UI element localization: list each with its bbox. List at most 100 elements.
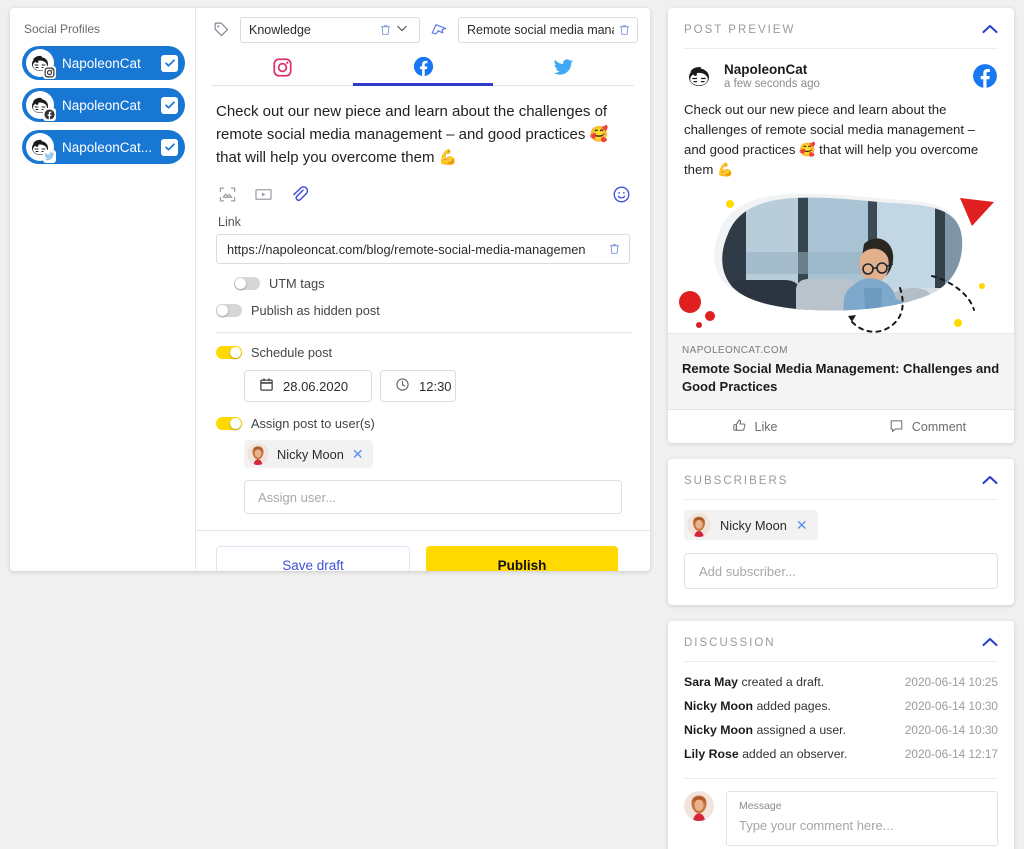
discussion-actor: Sara May [684,675,739,689]
tab-twitter[interactable] [493,50,635,86]
app-root: Social Profiles NapoleonCat NapoleonCat … [0,0,1024,849]
schedule-post-label: Schedule post [251,345,333,360]
subscriber-name: Nicky Moon [720,517,787,533]
discussion-actor: Nicky Moon [684,723,754,737]
preview-timestamp: a few seconds ago [724,78,820,90]
profile-name: NapoleonCat [62,97,141,113]
subscribers-card: SUBSCRIBERS Nicky Moon ✕ Add subscriber.… [668,459,1014,605]
image-icon[interactable] [218,185,238,205]
discussion-action: added an observer. [742,747,848,761]
subscribers-header: SUBSCRIBERS [668,459,1014,499]
tab-facebook[interactable] [352,50,494,86]
profile-item-instagram[interactable]: NapoleonCat [22,46,185,80]
subscriber-chip: Nicky Moon ✕ [684,510,818,540]
remove-subscriber-button[interactable]: ✕ [796,518,808,532]
profile-item-twitter[interactable]: NapoleonCat... [22,130,185,164]
schedule-post-toggle[interactable] [216,346,242,359]
video-icon[interactable] [254,185,274,205]
avatar [247,443,269,465]
assign-user-input[interactable]: Assign user... [244,480,622,514]
twitter-icon [554,59,574,75]
emoji-icon[interactable] [612,185,632,205]
hidden-post-toggle[interactable] [216,304,242,317]
tab-instagram[interactable] [212,50,353,86]
discussion-action: added pages. [756,699,831,713]
hidden-post-label: Publish as hidden post [251,303,380,318]
attachment-icon[interactable] [290,185,310,205]
campaign-field[interactable]: Remote social media manageme [458,16,638,43]
remove-assigned-user-button[interactable]: ✕ [352,447,364,461]
preview-action-bar: Like Comment [668,409,1014,443]
knowledge-select[interactable]: Knowledge [240,16,420,43]
like-button[interactable]: Like [668,410,841,443]
facebook-icon [972,63,998,89]
discussion-time: 2020-06-14 12:17 [904,747,998,761]
link-input[interactable]: https://napoleoncat.com/blog/remote-soci… [216,234,630,264]
chevron-down-icon[interactable] [396,25,408,34]
assign-post-toggle[interactable] [216,417,242,430]
collapse-chevron-icon[interactable] [982,635,998,650]
social-profiles-title: Social Profiles [24,22,101,36]
preview-link-title: Remote Social Media Management: Challeng… [682,361,1000,394]
publish-button[interactable]: Publish [426,546,618,571]
schedule-date-input[interactable]: 28.06.2020 [244,370,372,402]
collapse-chevron-icon[interactable] [982,22,998,37]
post-preview-title: POST PREVIEW [684,23,796,36]
preview-link-domain: NAPOLEONCAT.COM [682,345,788,356]
avatar [684,791,714,821]
hidden-post-row[interactable]: Publish as hidden post [216,303,632,318]
comment-label: Comment [911,419,967,434]
discussion-entry: Nicky Moon added pages. 2020-06-14 10:30 [684,694,998,718]
schedule-time-value: 12:30 [419,378,452,394]
assign-post-row[interactable]: Assign post to user(s) [216,416,632,431]
link-label: Link [218,215,241,229]
preview-post-text: Check out our new piece and learn about … [684,102,979,177]
schedule-time-input[interactable]: 12:30 [380,370,456,402]
collapse-chevron-icon[interactable] [982,473,998,488]
profile-selected-checkbox[interactable] [161,96,178,114]
post-textarea[interactable]: Check out our new piece and learn about … [216,100,632,169]
avatar [687,513,711,537]
avatar [26,91,56,121]
composer-actions: Save draft Publish [196,530,650,571]
compose-attachment-icons [218,183,632,207]
discussion-entry: Sara May created a draft. 2020-06-14 10:… [684,670,998,694]
discussion-header: DISCUSSION [668,621,1014,661]
trash-icon[interactable] [618,23,631,37]
schedule-datetime: 28.06.2020 12:30 [244,370,632,402]
twitter-badge-icon [43,150,56,163]
discussion-action: created a draft. [741,675,825,689]
utm-tags-row[interactable]: UTM tags [234,276,632,291]
schedule-section: Schedule post 28.06.2020 12:30 Assign po… [196,333,650,514]
utm-tags-toggle[interactable] [234,277,260,290]
facebook-icon [413,56,433,77]
preview-link-card[interactable]: NAPOLEONCAT.COM Remote Social Media Mana… [668,333,1014,409]
discussion-title: DISCUSSION [684,636,776,649]
avatar [684,61,714,91]
discussion-time: 2020-06-14 10:30 [904,699,998,713]
profile-item-facebook[interactable]: NapoleonCat [22,88,185,122]
trash-icon[interactable] [379,23,392,37]
comment-input[interactable]: Message Type your comment here... [726,791,998,846]
comment-button[interactable]: Comment [841,410,1014,443]
save-draft-button[interactable]: Save draft [216,546,410,571]
profile-selected-checkbox[interactable] [161,54,178,72]
schedule-post-row[interactable]: Schedule post [216,345,632,360]
add-subscriber-input[interactable]: Add subscriber... [684,553,998,589]
comment-placeholder: Type your comment here... [739,818,894,833]
preview-image [668,192,1014,333]
comment-bubble-icon [889,418,904,436]
assign-user-placeholder: Assign user... [258,489,337,505]
discussion-time: 2020-06-14 10:30 [904,723,998,737]
avatar [26,49,56,79]
trash-icon[interactable] [608,242,621,256]
discussion-action: assigned a user. [756,723,846,737]
composer-toolbar: Knowledge Remote social media man [196,8,650,50]
discussion-entry: Nicky Moon assigned a user. 2020-06-14 1… [684,718,998,742]
facebook-badge-icon [43,108,56,121]
discussion-time: 2020-06-14 10:25 [904,675,998,689]
preview-author-name: NapoleonCat [724,62,808,77]
profile-selected-checkbox[interactable] [161,138,178,156]
assigned-user-chip: Nicky Moon ✕ [244,440,373,468]
subscribers-title: SUBSCRIBERS [684,474,789,487]
